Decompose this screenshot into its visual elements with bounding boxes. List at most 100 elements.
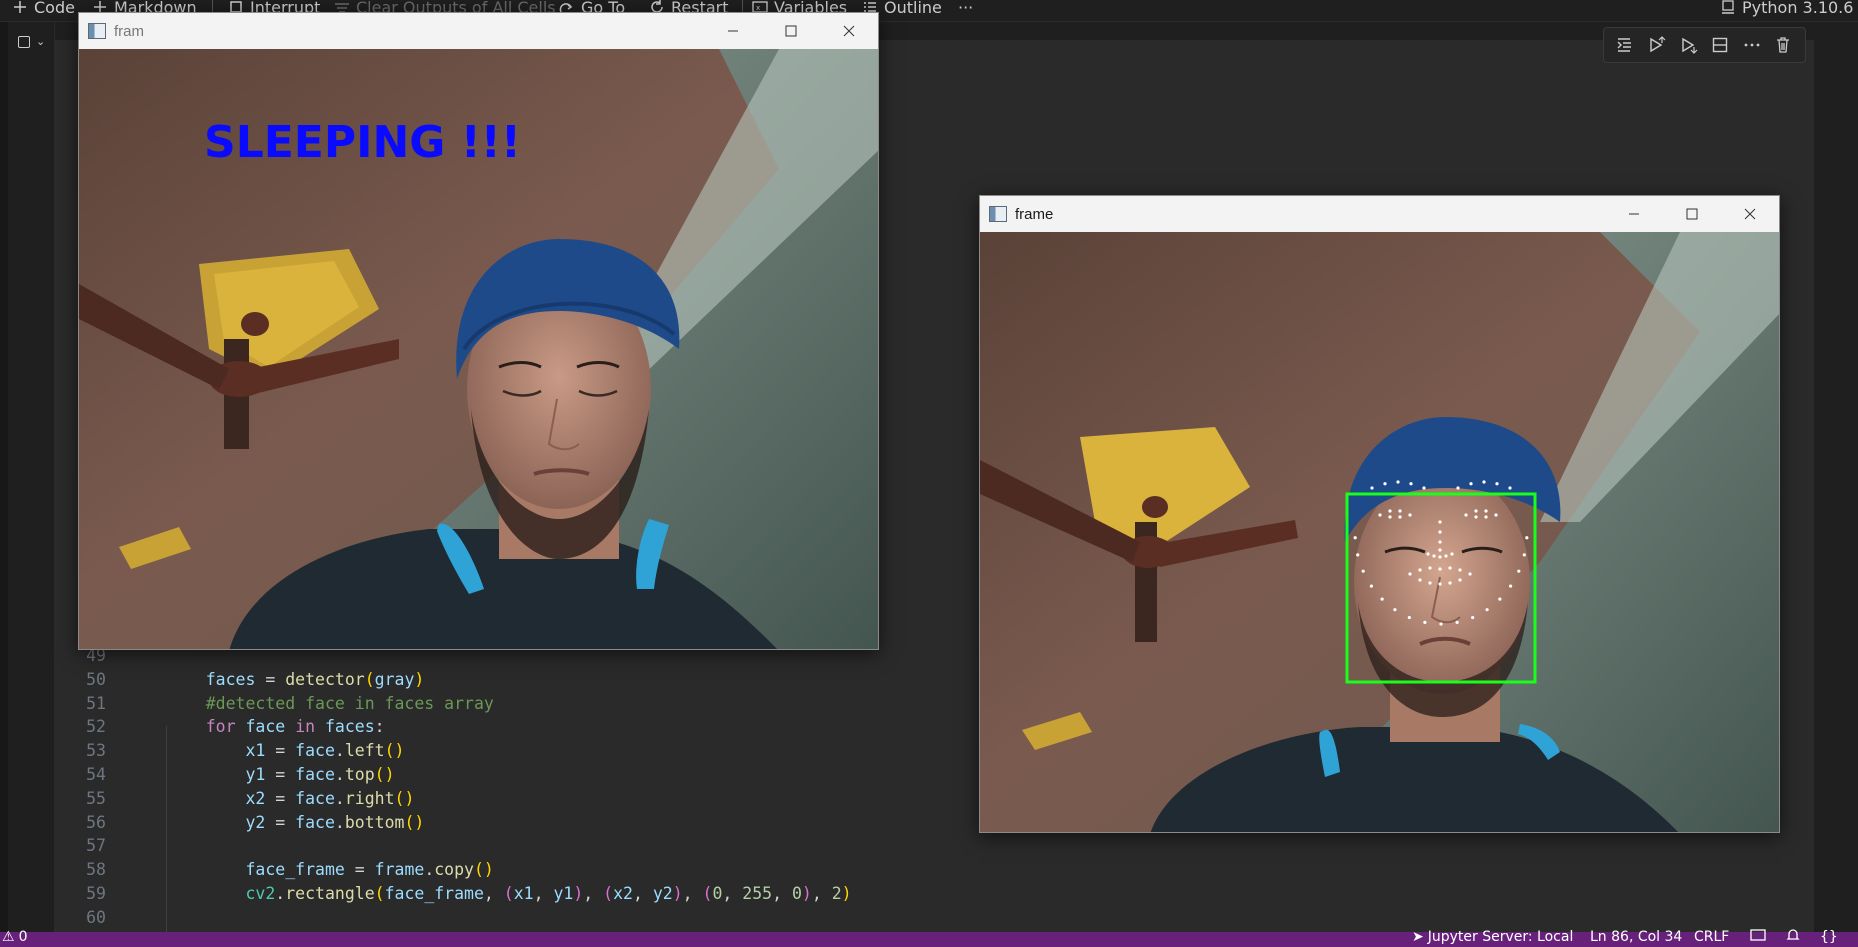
more-label: ··· xyxy=(958,0,974,17)
code-token: top xyxy=(344,764,375,784)
code-token: () xyxy=(384,741,405,761)
code-text: y2 = face.bottom() xyxy=(166,811,424,835)
code-token: = xyxy=(265,764,296,784)
notebook-icon[interactable] xyxy=(1750,929,1766,941)
landmark-point xyxy=(1455,620,1459,624)
window-fram[interactable]: fram SLEEPING !!! xyxy=(78,12,879,650)
jupyter-server-status[interactable]: ➤ Jupyter Server: Local xyxy=(1412,929,1573,945)
code-line[interactable]: 54 y1 = face.top() xyxy=(54,763,954,787)
code-line[interactable]: 51 #detected face in faces array xyxy=(54,692,954,716)
code-token: . xyxy=(334,788,345,808)
bell-icon[interactable] xyxy=(1786,929,1800,941)
code-token: ( xyxy=(364,669,375,689)
code-token: frame xyxy=(374,860,425,880)
cell-select-checkbox[interactable] xyxy=(18,36,30,48)
rocket-icon: ➤ xyxy=(1412,929,1424,945)
code-token: detector xyxy=(285,669,365,689)
window-titlebar[interactable]: frame xyxy=(980,196,1779,232)
code-token: 0 xyxy=(791,883,802,903)
landmark-point xyxy=(1448,581,1452,585)
delete-cell-icon[interactable] xyxy=(1770,32,1796,58)
code-text: face_frame = frame.copy() xyxy=(166,858,493,882)
code-line[interactable]: 60 xyxy=(54,906,954,930)
landmark-point xyxy=(1474,509,1478,513)
landmark-point xyxy=(1484,515,1488,519)
line-number: 59 xyxy=(86,883,106,903)
landmark-point xyxy=(1370,486,1374,490)
code-token: , xyxy=(533,883,554,903)
maximize-icon[interactable] xyxy=(762,13,820,49)
code-line[interactable]: 55 x2 = face.right() xyxy=(54,787,954,811)
code-token: () xyxy=(404,812,425,832)
minimize-icon[interactable] xyxy=(704,13,762,49)
line-number: 55 xyxy=(86,788,106,808)
code-line[interactable]: 53 x1 = face.left() xyxy=(54,739,954,763)
code-token: = xyxy=(265,788,296,808)
kernel-label: Python 3.10.6 xyxy=(1742,0,1854,17)
problems-indicator[interactable]: ⚠ 0 xyxy=(2,929,27,945)
code-token: gray xyxy=(374,669,415,689)
landmark-point xyxy=(1378,513,1382,517)
line-ending[interactable]: CRLF xyxy=(1694,929,1729,945)
chevron-down-icon[interactable]: ⌄ xyxy=(36,35,45,48)
cursor-position[interactable]: Ln 86, Col 34 xyxy=(1590,929,1682,945)
code-line[interactable]: 50 faces = detector(gray) xyxy=(54,668,954,692)
code-token: , xyxy=(583,883,604,903)
landmark-point xyxy=(1456,486,1460,490)
close-icon[interactable] xyxy=(820,13,878,49)
maximize-icon[interactable] xyxy=(1663,196,1721,232)
code-token: for xyxy=(205,717,236,737)
code-token: . xyxy=(275,883,286,903)
landmark-point xyxy=(1438,582,1442,586)
landmark-point xyxy=(1525,536,1529,540)
plus-icon xyxy=(12,0,28,15)
code-token: y1 xyxy=(553,883,574,903)
landmark-point xyxy=(1356,553,1360,557)
add-code-cell-button[interactable]: Code xyxy=(12,0,75,19)
window-frame[interactable]: frame xyxy=(979,195,1780,833)
code-token: . xyxy=(424,860,435,880)
landmark-point xyxy=(1408,513,1412,517)
landmark-point xyxy=(1469,482,1473,486)
window-titlebar[interactable]: fram xyxy=(79,13,878,49)
code-line[interactable]: 58 face_frame = frame.copy() xyxy=(54,858,954,882)
braces-indicator[interactable]: {} xyxy=(1820,929,1838,945)
close-icon[interactable] xyxy=(1721,196,1779,232)
code-token: rectangle xyxy=(285,883,375,903)
code-token: . xyxy=(334,741,345,761)
code-token: x1 xyxy=(245,741,266,761)
code-line[interactable]: 59 cv2.rectangle(face_frame, (x1, y1), (… xyxy=(54,882,954,906)
execute-below-icon[interactable] xyxy=(1676,32,1702,58)
landmark-point xyxy=(1508,486,1512,490)
code-line[interactable]: 57 xyxy=(54,834,954,858)
split-cell-icon[interactable] xyxy=(1707,32,1733,58)
kernel-picker[interactable]: Python 3.10.6 xyxy=(1720,0,1853,19)
code-token: ( xyxy=(702,883,713,903)
code-token: cv2 xyxy=(245,883,276,903)
jupyter-server-label: Jupyter Server: Local xyxy=(1427,929,1574,945)
code-token: . xyxy=(334,812,345,832)
code-token: = xyxy=(255,669,286,689)
code-block[interactable]: 49 50 faces = detector(gray) 51 #detected … xyxy=(54,644,954,930)
execute-above-icon[interactable] xyxy=(1644,32,1670,58)
code-token: face_frame xyxy=(384,883,484,903)
landmark-point xyxy=(1438,530,1442,534)
code-text: faces = detector(gray) xyxy=(166,668,425,692)
more-actions-icon[interactable] xyxy=(1739,32,1765,58)
code-token: ) xyxy=(573,883,584,903)
code-token: face xyxy=(295,812,335,832)
code-text: x1 = face.left() xyxy=(166,739,404,763)
code-token: face xyxy=(295,788,335,808)
code-token: y2 xyxy=(652,883,673,903)
minimize-icon[interactable] xyxy=(1605,196,1663,232)
code-line[interactable]: 52 for face in faces: xyxy=(54,715,954,739)
run-by-line-icon[interactable] xyxy=(1613,32,1639,58)
landmark-point xyxy=(1482,480,1486,484)
status-bar: ⚠ 0 ➤ Jupyter Server: Local Ln 86, Col 3… xyxy=(0,929,1858,947)
code-token: ( xyxy=(503,883,514,903)
landmark-point xyxy=(1450,552,1454,556)
more-toolbar-button[interactable]: ··· xyxy=(958,0,973,19)
code-line[interactable]: 56 y2 = face.bottom() xyxy=(54,811,954,835)
